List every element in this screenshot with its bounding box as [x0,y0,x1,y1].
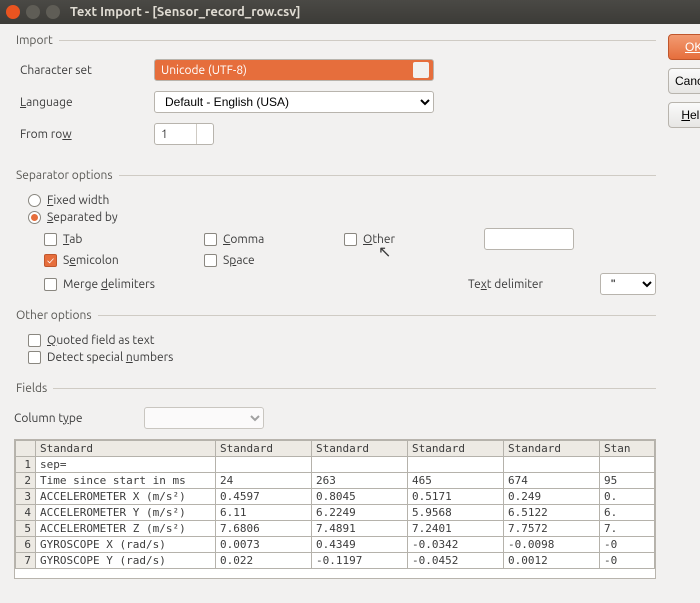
other-options-fieldset: Other options Quoted field as text Detec… [14,309,656,372]
column-type-label: Column type [14,412,144,425]
radio-icon [28,194,41,207]
window-title: Text Import - [Sensor_record_row.csv] [70,5,300,19]
comma-checkbox[interactable]: Comma [204,228,344,250]
fixed-width-radio[interactable]: Fixed width [28,194,656,207]
checkbox-icon [28,334,41,347]
checkbox-icon [204,254,217,267]
detect-numbers-checkbox[interactable]: Detect special numbers [28,351,656,364]
ok-button[interactable]: OK [668,34,700,60]
import-legend: Import [14,34,59,47]
preview-header-row: Standard Standard Standard Standard Stan… [16,441,655,457]
window-maximize-button[interactable] [46,5,60,19]
table-row[interactable]: 2Time since start in ms2426346567495 [16,473,655,489]
language-combo[interactable]: Default - English (USA) [154,91,434,113]
tab-checkbox[interactable]: Tab [44,228,204,250]
fromrow-label: From row [14,128,154,141]
checkbox-icon [28,351,41,364]
table-row[interactable]: 3ACCELEROMETER X (m/s²)0.45970.80450.517… [16,489,655,505]
fromrow-spin[interactable]: 1 [154,123,214,145]
text-delimiter-label: Text delimiter [468,278,588,291]
table-row[interactable]: 5ACCELEROMETER Z (m/s²)7.68067.48917.240… [16,521,655,537]
window-close-button[interactable] [6,5,20,19]
other-options-legend: Other options [14,309,98,322]
other-input[interactable] [484,228,574,250]
text-delimiter-combo[interactable]: " [600,273,656,295]
table-row[interactable]: 7GYROSCOPE Y (rad/s)0.022-0.1197-0.04520… [16,553,655,569]
other-checkbox[interactable]: Other [344,228,484,250]
table-row[interactable]: 4ACCELEROMETER Y (m/s²)6.116.22495.95686… [16,505,655,521]
quoted-field-checkbox[interactable]: Quoted field as text [28,334,656,347]
checkbox-icon [44,233,57,246]
checkbox-icon [44,254,57,267]
separator-fieldset: Separator options Fixed width Separated … [14,169,656,299]
preview-table-wrap[interactable]: Standard Standard Standard Standard Stan… [14,439,656,579]
charset-label: Character set [14,64,154,77]
merge-delimiters-checkbox[interactable]: Merge delimiters [44,278,155,291]
language-label: Language [14,96,154,109]
help-button[interactable]: Help [668,102,700,128]
cancel-button[interactable]: Cancel [668,68,700,94]
semicolon-checkbox[interactable]: Semicolon [44,254,204,267]
separated-by-radio[interactable]: Separated by [28,211,656,224]
titlebar: Text Import - [Sensor_record_row.csv] [0,0,700,24]
separator-legend: Separator options [14,169,119,182]
checkbox-icon [44,278,57,291]
fields-fieldset: Fields Column type Standard Standard Sta… [14,382,656,583]
radio-icon [28,211,41,224]
preview-table: Standard Standard Standard Standard Stan… [15,440,655,569]
table-row[interactable]: 1sep= [16,457,655,473]
table-row[interactable]: 6GYROSCOPE X (rad/s)0.00730.4349-0.0342-… [16,537,655,553]
fields-legend: Fields [14,382,53,395]
window-minimize-button[interactable] [26,5,40,19]
charset-combo[interactable]: Unicode (UTF-8) [154,59,434,81]
checkbox-icon [204,233,217,246]
checkbox-icon [344,233,357,246]
column-type-combo[interactable] [144,407,264,429]
import-fieldset: Import Character set Unicode (UTF-8) Lan… [14,34,656,159]
space-checkbox[interactable]: Space [204,254,344,267]
